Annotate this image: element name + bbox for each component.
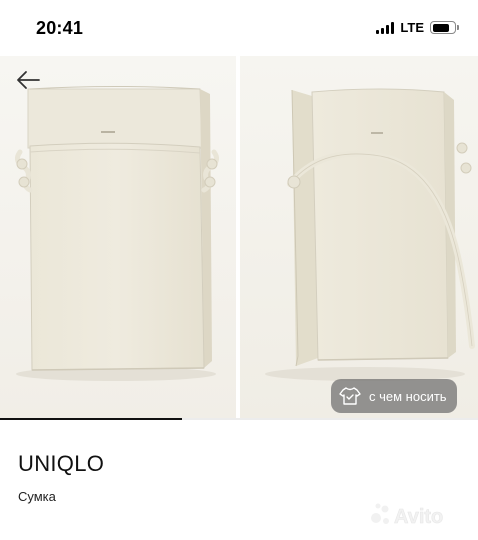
svg-text:Avito: Avito — [394, 506, 443, 528]
outfit-icon — [339, 387, 361, 405]
product-photo-side[interactable] — [240, 56, 478, 418]
outfit-suggestions-label: с чем носить — [369, 388, 447, 404]
status-time: 20:41 — [36, 18, 84, 38]
arrow-left-icon — [17, 71, 40, 89]
battery-icon — [430, 21, 459, 34]
product-photo-front[interactable] — [0, 56, 236, 418]
product-category: Сумка — [18, 489, 56, 504]
status-bar: 20:41 LTE — [0, 0, 478, 56]
bag-front-illustration — [0, 56, 236, 418]
network-type: LTE — [400, 20, 424, 35]
battery-level — [432, 23, 450, 32]
product-brand[interactable]: UNIQLO — [18, 451, 104, 477]
gallery-progress-active — [0, 418, 182, 420]
gallery-progress — [0, 418, 478, 420]
avito-logo-icon: Avito — [371, 503, 444, 528]
signal-icon — [376, 21, 395, 34]
back-button[interactable] — [12, 64, 44, 96]
photo-gallery[interactable]: с чем носить — [0, 56, 478, 418]
status-indicators: LTE — [376, 20, 459, 35]
avito-watermark: Avito — [370, 500, 470, 530]
bag-side-illustration — [240, 56, 478, 418]
outfit-suggestions-button[interactable]: с чем носить — [331, 379, 457, 413]
